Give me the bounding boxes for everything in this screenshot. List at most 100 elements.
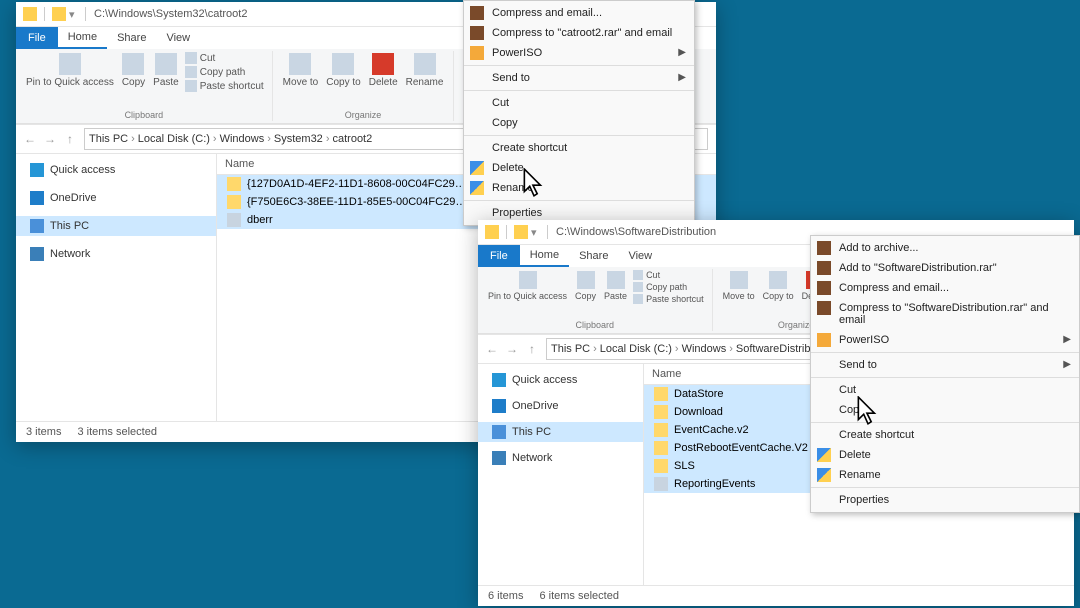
menu-home[interactable]: Home xyxy=(520,245,569,267)
rar-icon xyxy=(470,6,484,20)
back-button[interactable]: ← xyxy=(482,339,502,359)
forward-button[interactable]: → xyxy=(502,339,522,359)
rar-icon xyxy=(817,281,831,295)
shield-icon xyxy=(817,468,831,482)
menu-item[interactable]: Create shortcut xyxy=(464,138,694,158)
folder-icon xyxy=(227,177,241,191)
pasteshortcut-button[interactable]: Paste shortcut xyxy=(631,293,706,305)
folder-icon xyxy=(52,7,66,21)
menu-share[interactable]: Share xyxy=(569,245,618,267)
sidebar-quick-access[interactable]: Quick access xyxy=(478,370,643,390)
menu-item[interactable]: Send to▶ xyxy=(464,68,694,88)
menu-item[interactable]: Delete xyxy=(811,445,1079,465)
menu-item[interactable]: Compress and email... xyxy=(464,3,694,23)
delete-icon xyxy=(372,53,394,75)
forward-button[interactable]: → xyxy=(40,129,60,149)
rar-icon xyxy=(817,241,831,255)
cut-button[interactable]: Cut xyxy=(183,51,266,65)
sidebar-thispc[interactable]: This PC xyxy=(478,422,643,442)
menu-item[interactable]: Rename xyxy=(464,178,694,198)
status-selected: 6 items selected xyxy=(539,590,618,602)
up-button[interactable]: ↑ xyxy=(60,129,80,149)
sidebar-thispc[interactable]: This PC xyxy=(16,216,216,236)
menu-item[interactable]: Delete xyxy=(464,158,694,178)
shield-icon xyxy=(470,161,484,175)
cut-button[interactable]: Cut xyxy=(631,269,706,281)
menu-item[interactable]: Add to "SoftwareDistribution.rar" xyxy=(811,258,1079,278)
menu-home[interactable]: Home xyxy=(58,27,107,49)
shield-icon xyxy=(470,181,484,195)
menu-item[interactable]: Send to▶ xyxy=(811,355,1079,375)
menu-item[interactable]: Cut xyxy=(464,93,694,113)
paste-button[interactable]: Paste xyxy=(149,51,183,93)
folder-icon xyxy=(485,225,499,239)
group-clipboard: Clipboard xyxy=(125,109,164,121)
status-items: 6 items xyxy=(488,590,523,602)
folder-icon xyxy=(654,405,668,419)
rar-icon xyxy=(817,261,831,275)
back-button[interactable]: ← xyxy=(20,129,40,149)
menu-item[interactable]: Cut xyxy=(811,380,1079,400)
up-button[interactable]: ↑ xyxy=(522,339,542,359)
menu-file[interactable]: File xyxy=(478,245,520,267)
folder-icon xyxy=(654,459,668,473)
copyto-button[interactable]: Copy to xyxy=(322,51,364,90)
paste-button[interactable]: Paste xyxy=(600,269,631,305)
menu-item[interactable]: Rename xyxy=(811,465,1079,485)
sidebar-network[interactable]: Network xyxy=(478,448,643,468)
copypath-button[interactable]: Copy path xyxy=(631,281,706,293)
folder-icon xyxy=(654,423,668,437)
sidebar-onedrive[interactable]: OneDrive xyxy=(16,188,216,208)
rar-icon xyxy=(817,301,831,315)
rar-icon xyxy=(470,26,484,40)
status-bar: 6 items 6 items selected xyxy=(478,585,1074,606)
menu-view[interactable]: View xyxy=(618,245,662,267)
piso-icon xyxy=(470,46,484,60)
copy-icon xyxy=(122,53,144,75)
status-items: 3 items xyxy=(26,426,61,438)
move-button[interactable]: Move to xyxy=(279,51,323,90)
menu-share[interactable]: Share xyxy=(107,27,156,49)
window-path: C:\Windows\System32\catroot2 xyxy=(94,8,247,20)
status-selected: 3 items selected xyxy=(77,426,156,438)
rename-button[interactable]: Rename xyxy=(402,51,448,90)
copypath-button[interactable]: Copy path xyxy=(183,65,266,79)
folder-icon xyxy=(23,7,37,21)
menu-view[interactable]: View xyxy=(156,27,200,49)
menu-item[interactable]: Copy xyxy=(811,400,1079,420)
pin-icon xyxy=(59,53,81,75)
sidebar: Quick access OneDrive This PC Network xyxy=(478,364,644,585)
menu-item[interactable]: Create shortcut xyxy=(811,425,1079,445)
menu-item[interactable]: Compress to "catroot2.rar" and email xyxy=(464,23,694,43)
pasteshortcut-button[interactable]: Paste shortcut xyxy=(183,79,266,93)
folder-icon xyxy=(514,225,528,239)
file-icon xyxy=(654,477,668,491)
sidebar-quick-access[interactable]: Quick access xyxy=(16,160,216,180)
copy-button[interactable]: Copy xyxy=(118,51,149,93)
folder-icon xyxy=(654,387,668,401)
delete-button[interactable]: Delete xyxy=(365,51,402,90)
menu-file[interactable]: File xyxy=(16,27,58,49)
copy-button[interactable]: Copy xyxy=(571,269,600,305)
folder-icon xyxy=(227,195,241,209)
menu-item[interactable]: Compress to "SoftwareDistribution.rar" a… xyxy=(811,298,1079,330)
menu-item[interactable]: Add to archive... xyxy=(811,238,1079,258)
menu-item[interactable]: Copy xyxy=(464,113,694,133)
chevron-right-icon: ▶ xyxy=(1063,359,1071,370)
folder-icon xyxy=(654,441,668,455)
menu-item[interactable]: PowerISO▶ xyxy=(464,43,694,63)
context-menu[interactable]: Compress and email...Compress to "catroo… xyxy=(463,0,695,226)
sidebar-network[interactable]: Network xyxy=(16,244,216,264)
col-name[interactable]: Name xyxy=(217,154,473,174)
menu-item[interactable]: PowerISO▶ xyxy=(811,330,1079,350)
menu-item[interactable]: Compress and email... xyxy=(811,278,1079,298)
window-path: C:\Windows\SoftwareDistribution xyxy=(556,226,716,238)
sidebar-onedrive[interactable]: OneDrive xyxy=(478,396,643,416)
pin-button[interactable]: Pin to Quick access xyxy=(484,269,571,305)
context-menu[interactable]: Add to archive...Add to "SoftwareDistrib… xyxy=(810,235,1080,513)
pin-button[interactable]: Pin to Quick access xyxy=(22,51,118,93)
group-organize: Organize xyxy=(345,109,382,121)
menu-item[interactable]: Properties xyxy=(811,490,1079,510)
copyto-button[interactable]: Copy to xyxy=(759,269,798,303)
move-button[interactable]: Move to xyxy=(719,269,759,303)
